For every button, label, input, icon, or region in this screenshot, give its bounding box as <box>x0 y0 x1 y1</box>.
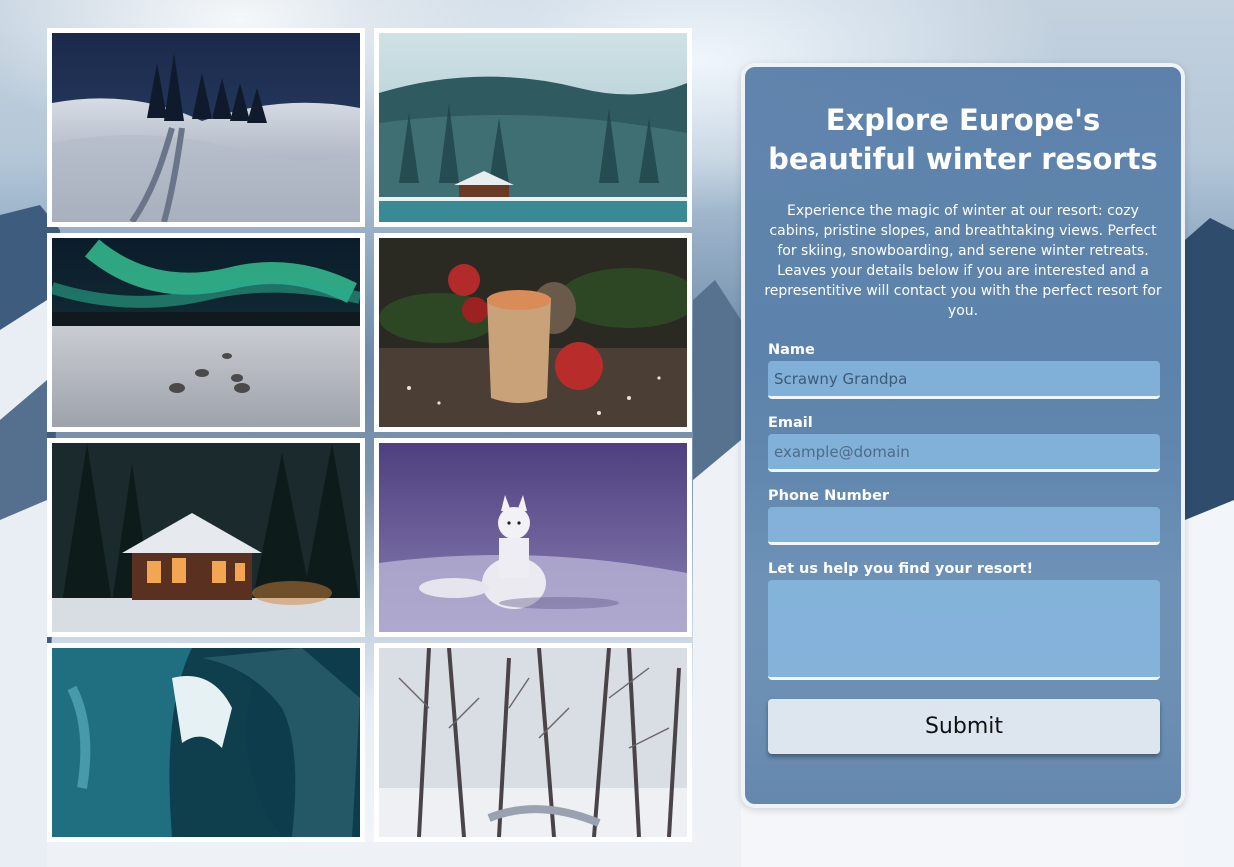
contact-form-panel: Explore Europe's beautiful winter resort… <box>741 63 1185 808</box>
message-label: Let us help you find your resort! <box>768 561 1034 577</box>
photo-arctic-fox <box>374 438 692 637</box>
email-input[interactable] <box>768 434 1160 472</box>
lakeside-cabin-forest-image <box>379 33 687 222</box>
phone-input[interactable] <box>768 507 1160 545</box>
submit-button[interactable]: Submit <box>768 699 1160 754</box>
arctic-fox-image <box>379 443 687 632</box>
photo-snowy-hills <box>47 28 365 227</box>
snowy-birch-forest-image <box>379 648 687 837</box>
photo-gallery <box>47 28 693 842</box>
lit-cabin-snowy-forest-image <box>52 443 360 632</box>
email-label: Email <box>768 415 813 431</box>
name-label: Name <box>768 342 815 358</box>
form-title: Explore Europe's beautiful winter resort… <box>768 103 1158 176</box>
phone-label: Phone Number <box>768 488 890 504</box>
hot-drink-pinecone-image <box>379 238 687 427</box>
form-description: Experience the magic of winter at our re… <box>764 203 1162 319</box>
photo-lakeside-cabin <box>374 28 692 227</box>
photo-northern-lights <box>47 233 365 432</box>
snowy-hills-trail-image <box>52 33 360 222</box>
photo-hot-drink <box>374 233 692 432</box>
northern-lights-dogsled-image <box>52 238 360 427</box>
photo-lit-cabin <box>47 438 365 637</box>
photo-ice-cave <box>47 643 365 842</box>
message-textarea[interactable] <box>768 580 1160 680</box>
name-input[interactable] <box>768 361 1160 399</box>
photo-snowy-forest <box>374 643 692 842</box>
ice-cave-image <box>52 648 360 837</box>
